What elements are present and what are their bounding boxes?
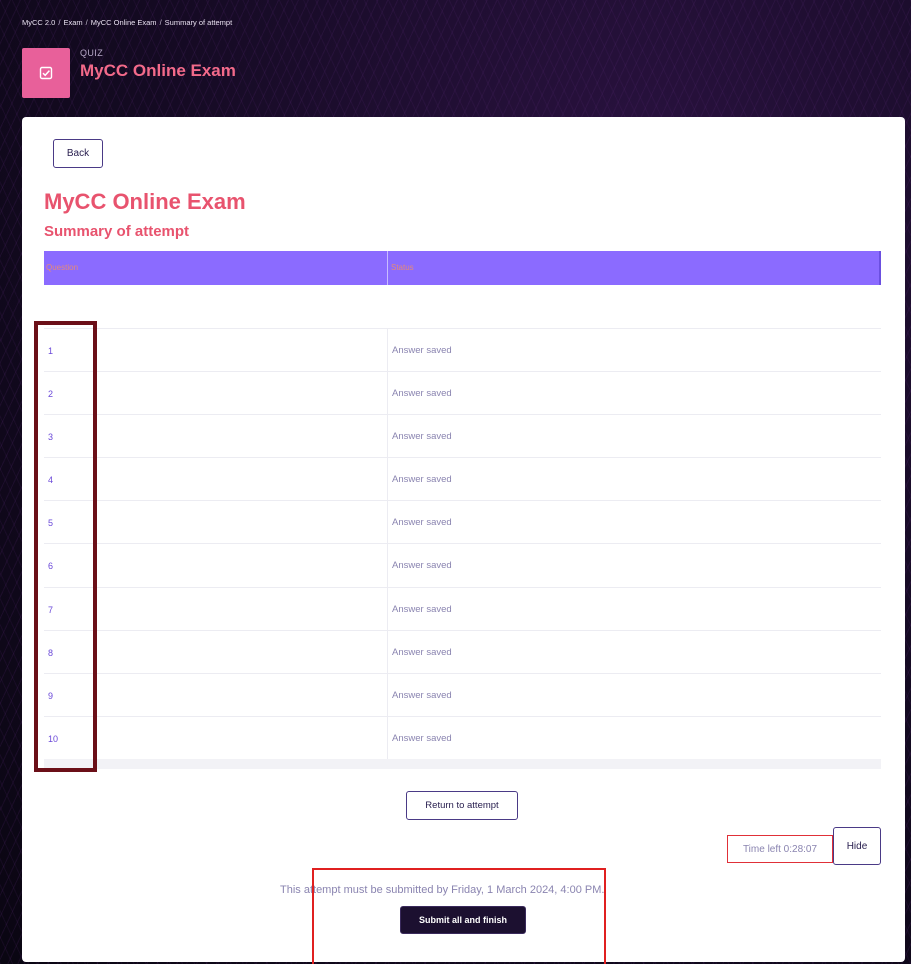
- question-status: Answer saved: [392, 689, 452, 701]
- time-left-display: Time left 0:28:07: [727, 835, 833, 863]
- question-status: Answer saved: [392, 345, 452, 356]
- table-row: 9 Answer saved: [44, 673, 881, 717]
- summary-table-body: 1 Answer saved 2 Answer saved 3 Answer saved 4…: [44, 328, 881, 760]
- table-row: 10 Answer saved: [44, 716, 881, 760]
- table-row: 6 Answer saved: [44, 544, 881, 588]
- table-header: Question Status: [44, 251, 881, 285]
- breadcrumb-separator: /: [85, 18, 88, 27]
- table-row: 5 Answer saved: [44, 501, 881, 545]
- question-status: Answer saved: [392, 560, 452, 572]
- table-footer-bar: [44, 759, 881, 769]
- header-title: MyCC Online Exam: [80, 61, 236, 80]
- question-status: Answer saved: [392, 732, 452, 744]
- question-status: Answer saved: [392, 517, 452, 529]
- breadcrumb-separator: /: [159, 18, 162, 27]
- question-status: Answer saved: [392, 431, 452, 443]
- column-header-question: Question: [44, 251, 388, 285]
- back-button[interactable]: Back: [53, 139, 103, 168]
- question-status: Answer saved: [392, 646, 452, 658]
- table-row: 4 Answer saved: [44, 458, 881, 502]
- summary-card: Back MyCC Online Exam Summary of attempt…: [22, 117, 905, 964]
- breadcrumb-item[interactable]: Exam: [63, 18, 82, 27]
- quiz-checkbox-icon: [39, 66, 53, 80]
- breadcrumb: MyCC 2.0/Exam / MyCC Online Exam / Summary o…: [22, 18, 232, 27]
- quiz-icon: [22, 48, 70, 98]
- table-row: 1 Answer saved: [44, 329, 881, 373]
- breadcrumb-item[interactable]: MyCC Online Exam: [91, 18, 157, 27]
- question-column-highlight: [34, 321, 97, 772]
- question-status: Answer saved: [392, 603, 452, 615]
- breadcrumb-item: Summary of attempt: [164, 18, 233, 27]
- hide-timer-button[interactable]: Hide: [833, 827, 881, 865]
- column-header-status: Status: [391, 263, 414, 272]
- question-status: Answer saved: [392, 388, 452, 400]
- page-title: MyCC Online Exam: [44, 189, 246, 214]
- question-status: Answer saved: [392, 474, 452, 486]
- submit-area-highlight: [312, 868, 606, 964]
- breadcrumb-separator: /: [58, 18, 61, 27]
- breadcrumb-item[interactable]: MyCC 2.0: [22, 18, 55, 27]
- table-row: 3 Answer saved: [44, 415, 881, 459]
- table-row: 2 Answer saved: [44, 372, 881, 416]
- header-kicker: QUIZ: [80, 48, 104, 58]
- table-row: 7 Answer saved: [44, 587, 881, 631]
- page-subtitle: Summary of attempt: [44, 223, 190, 240]
- table-row: 8 Answer saved: [44, 630, 881, 674]
- return-to-attempt-button[interactable]: Return to attempt: [406, 791, 518, 820]
